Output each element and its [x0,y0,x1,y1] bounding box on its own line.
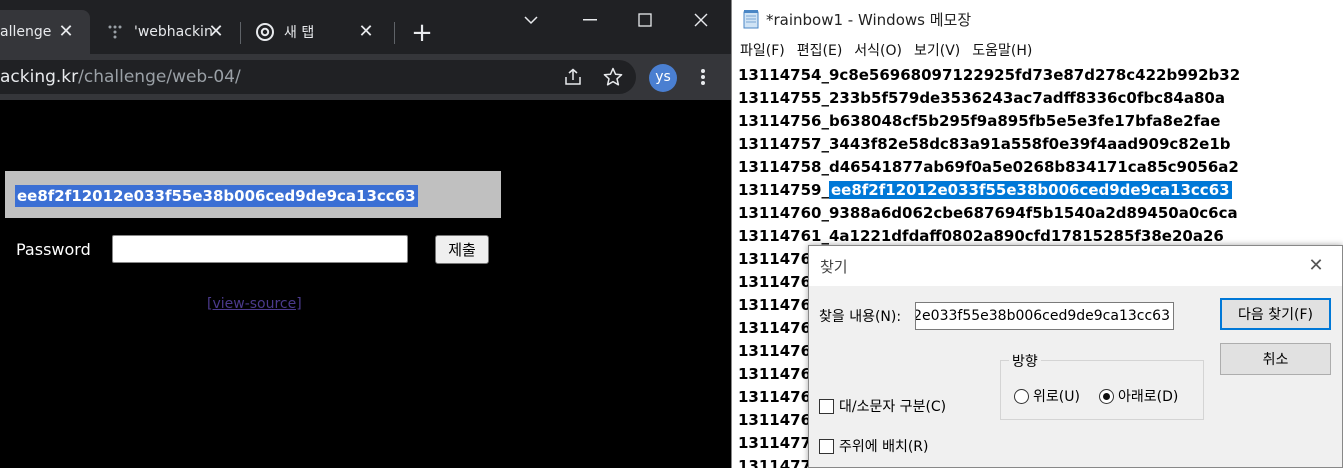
page-content: ee8f2f12012e033f55e38b006ced9de9ca13cc63… [0,100,731,468]
password-input[interactable] [112,235,408,263]
close-icon[interactable]: ✕ [56,22,76,42]
menu-edit[interactable]: 편집(E) [789,37,843,63]
browser-window: allenge ✕ 'webhacking ✕ 새 탭 ✕ + [0,0,731,468]
menu-help[interactable]: 도움말(H) [964,37,1032,63]
direction-up-radio[interactable]: 위로(U) [1014,386,1080,406]
menu-format[interactable]: 서식(O) [846,37,902,63]
text-line-matched: 13114759_ ee8f2f12012e033f55e38b006ced9de… [738,179,1343,202]
tab-separator [240,22,241,44]
text-line: 13114757_3443f82e58dc83a91a558f0e39f4aad… [738,135,1231,153]
notepad-title: *rainbow1 - Windows 메모장 [766,11,972,29]
radio-selected-icon [1099,388,1114,404]
text-line: 13114755_233b5f579de3536243ac7adff8336c0… [738,89,1225,107]
minimize-icon[interactable] [575,8,605,32]
tab-title: allenge [0,24,52,40]
cancel-button[interactable]: 취소 [1220,343,1331,375]
match-case-checkbox[interactable]: 대/소문자 구분(C) [819,396,946,416]
tab-separator [394,22,395,44]
match-case-label: 대/소문자 구분(C) [839,399,947,415]
chrome-icon [256,23,274,41]
find-what-label: 찾을 내용(N): [819,309,902,325]
find-titlebar: 찾기 ✕ [809,246,1342,286]
maximize-icon[interactable] [630,8,660,32]
notepad-titlebar: *rainbow1 - Windows 메모장 [732,0,1343,37]
browser-toolbar: acking.kr/challenge/web-04/ ys [0,54,731,100]
submit-button[interactable]: 제출 [435,235,489,264]
notepad-icon [742,9,760,29]
hash-display-box: ee8f2f12012e033f55e38b006ced9de9ca13cc63 [5,171,501,218]
tab-webhacking[interactable]: 'webhacking ✕ [100,10,240,54]
find-what-value: ee8f2f12012e033f55e38b006ced9de9ca13cc63 [915,308,1170,324]
share-icon[interactable] [559,54,587,100]
more-menu-icon[interactable] [689,54,717,100]
tab-strip: allenge ✕ 'webhacking ✕ 새 탭 ✕ + [0,0,731,54]
text-line: 13114760_9388a6d062cbe687694f5b1540a2d89… [738,204,1238,222]
find-what-input[interactable]: ee8f2f12012e033f55e38b006ced9de9ca13cc63 [915,302,1174,330]
wrap-around-checkbox[interactable]: 주위에 배치(R) [819,436,929,456]
menu-file[interactable]: 파일(F) [732,37,785,63]
address-bar[interactable]: acking.kr/challenge/web-04/ [0,60,636,94]
bookmark-star-icon[interactable] [599,54,627,100]
tab-challenge[interactable]: allenge ✕ [0,10,90,54]
hash-value[interactable]: ee8f2f12012e033f55e38b006ced9de9ca13cc63 [15,185,418,207]
direction-down-label: 아래로(D) [1118,389,1179,405]
checkbox-icon [819,438,834,454]
direction-up-label: 위로(U) [1033,389,1080,405]
close-icon[interactable]: ✕ [206,22,226,42]
text-line: 13114754_9c8e56968097122925fd73e87d278c4… [738,66,1241,84]
text-line: 13114756_b638048cf5b295f9a895fb5e5e3fe17… [738,112,1221,130]
tab-title: 'webhacking [134,24,212,40]
selected-text: ee8f2f12012e033f55e38b006ced9de9ca13cc63 [829,181,1232,199]
url-host: acking.kr [0,67,79,87]
close-icon[interactable]: ✕ [356,22,376,42]
webhacking-favicon-icon [106,23,124,41]
tab-search-icon[interactable] [516,8,546,32]
find-next-button[interactable]: 다음 찾기(F) [1220,298,1331,330]
view-source-link[interactable]: [view-source] [207,296,302,312]
find-title: 찾기 [820,258,848,276]
url-text: acking.kr/challenge/web-04/ [0,67,241,87]
url-path: /challenge/web-04/ [78,67,241,87]
tab-title: 새 탭 [284,25,315,41]
menu-view[interactable]: 보기(V) [906,37,960,63]
checkbox-icon [819,398,834,414]
text-line: 13114758_d46541877ab69f0a5e0268b834171ca… [738,158,1239,176]
new-tab-button[interactable]: + [408,20,436,48]
direction-down-radio[interactable]: 아래로(D) [1099,386,1178,406]
line-prefix: 13114759_ [738,181,829,199]
find-dialog: 찾기 ✕ 찾을 내용(N): ee8f2f12012e033f55e38b006… [808,245,1343,468]
radio-icon [1014,388,1029,404]
notepad-menubar: 파일(F) 편집(E) 서식(O) 보기(V) 도움말(H) [732,37,1343,63]
profile-avatar[interactable]: ys [649,64,677,92]
password-label: Password [16,240,91,259]
direction-label: 방향 [1009,351,1041,371]
wrap-around-label: 주위에 배치(R) [839,439,929,455]
tab-new-tab[interactable]: 새 탭 ✕ [250,10,390,54]
close-icon[interactable]: ✕ [1304,254,1328,278]
window-close-icon[interactable] [686,8,716,32]
